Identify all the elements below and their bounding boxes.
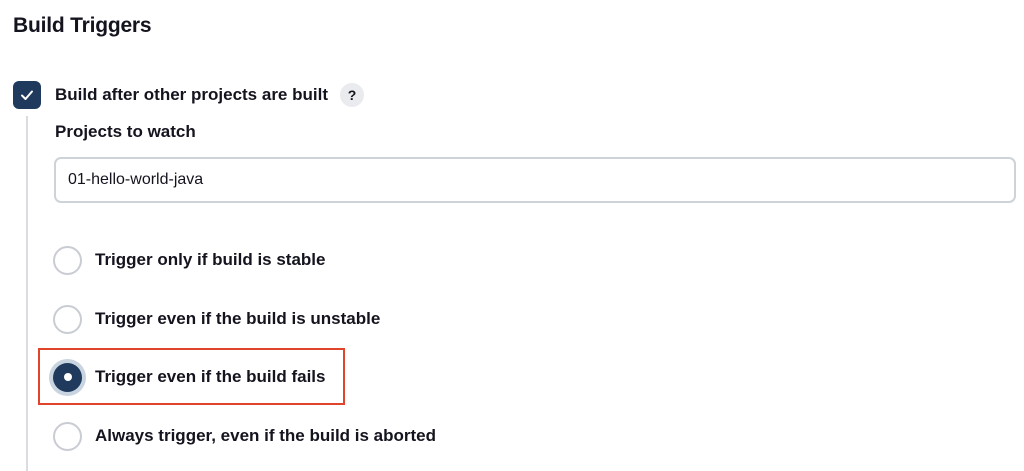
radio-option-stable[interactable]: Trigger only if build is stable bbox=[53, 245, 325, 275]
projects-to-watch-label: Projects to watch bbox=[55, 122, 196, 141]
check-icon bbox=[21, 90, 33, 100]
radio-button-unstable[interactable] bbox=[53, 304, 82, 334]
radio-button-aborted[interactable] bbox=[53, 421, 82, 451]
radio-button-stable[interactable] bbox=[53, 245, 82, 275]
radio-label-aborted[interactable]: Always trigger, even if the build is abo… bbox=[95, 426, 436, 446]
nested-options-divider bbox=[26, 116, 28, 471]
help-icon[interactable]: ? bbox=[340, 83, 364, 107]
radio-option-aborted[interactable]: Always trigger, even if the build is abo… bbox=[53, 421, 436, 451]
highlight-annotation-box bbox=[38, 348, 345, 405]
build-triggers-panel: Build Triggers Build after other project… bbox=[0, 0, 1024, 471]
radio-label-unstable[interactable]: Trigger even if the build is unstable bbox=[95, 309, 380, 329]
radio-option-unstable[interactable]: Trigger even if the build is unstable bbox=[53, 304, 380, 334]
radio-label-stable[interactable]: Trigger only if build is stable bbox=[95, 250, 325, 270]
build-after-other-projects-option[interactable]: Build after other projects are built ? bbox=[13, 81, 364, 109]
projects-to-watch-input[interactable] bbox=[54, 157, 1016, 203]
section-title: Build Triggers bbox=[13, 14, 152, 37]
build-after-other-projects-label[interactable]: Build after other projects are built bbox=[55, 85, 328, 105]
build-after-other-projects-checkbox[interactable] bbox=[13, 81, 41, 109]
